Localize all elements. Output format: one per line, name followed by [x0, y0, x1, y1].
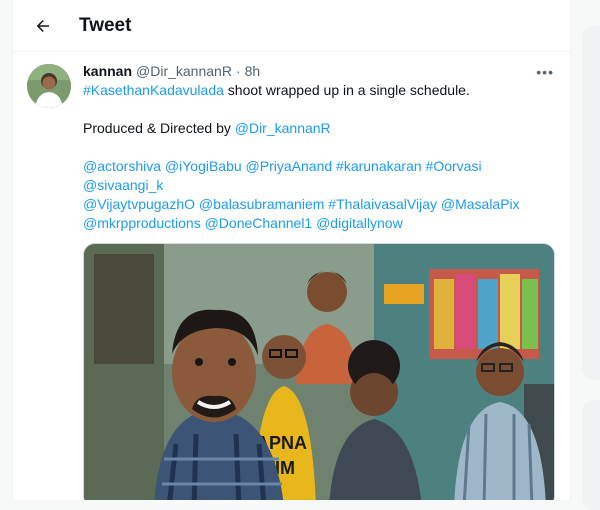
mentions-line-1[interactable]: @actorshiva @iYogiBabu @PriyaAnand #karu… — [83, 157, 556, 195]
tweet-text: shoot wrapped up in a single schedule. — [223, 82, 470, 98]
more-button[interactable]: ••• — [536, 64, 554, 80]
mention-link[interactable]: @Dir_kannanR — [235, 120, 331, 136]
sidebar-card — [582, 26, 600, 380]
tweet-time[interactable]: 8h — [245, 62, 261, 81]
tweet: ••• kannan @Dir_kannanR · 8h #KasethanKa… — [13, 52, 570, 500]
tweet-detail-column: Tweet ••• kannan @Dir_kannanR · 8h #Kase… — [12, 0, 571, 500]
separator-dot: · — [235, 63, 241, 79]
avatar[interactable] — [27, 64, 71, 108]
tweet-photo[interactable]: APNA TIM — [83, 243, 555, 500]
tweet-author-line: kannan @Dir_kannanR · 8h — [83, 62, 556, 81]
tweet-text-line-1: #KasethanKadavulada shoot wrapped up in … — [83, 81, 556, 100]
author-handle[interactable]: @Dir_kannanR — [136, 62, 232, 81]
tweet-content: kannan @Dir_kannanR · 8h #KasethanKadavu… — [83, 62, 556, 500]
tweet-text-line-2: Produced & Directed by @Dir_kannanR — [83, 119, 556, 138]
mentions-line-2[interactable]: @VijaytvpugazhO @balasubramaniem #Thalai… — [83, 195, 556, 214]
header: Tweet — [13, 0, 570, 52]
sidebar-card — [582, 400, 600, 510]
more-icon: ••• — [536, 64, 554, 80]
right-sidebar — [574, 0, 600, 510]
hashtag-link[interactable]: #KasethanKadavulada — [83, 82, 224, 98]
mentions-line-3[interactable]: @mkrpproductions @DoneChannel1 @digitall… — [83, 214, 556, 233]
author-name[interactable]: kannan — [83, 62, 132, 81]
page-title: Tweet — [79, 14, 132, 36]
back-arrow-icon — [36, 19, 49, 32]
back-button[interactable] — [27, 10, 59, 42]
tweet-text: Produced & Directed by — [83, 120, 235, 136]
